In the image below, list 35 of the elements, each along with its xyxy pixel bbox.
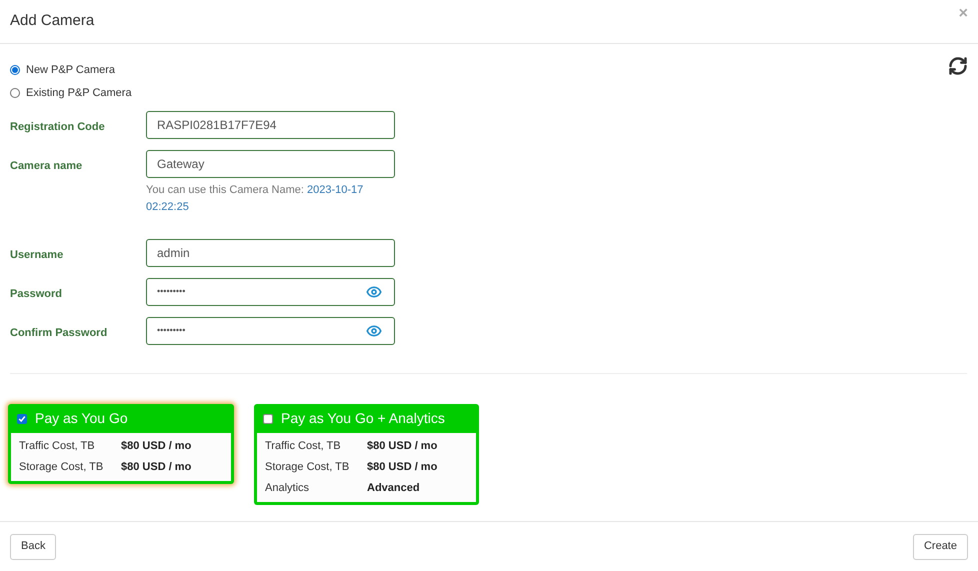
create-button[interactable]: Create xyxy=(912,534,968,560)
plan-checkbox[interactable] xyxy=(263,414,273,424)
field-label: Camera name xyxy=(10,159,84,174)
dialog-title: Add Camera xyxy=(10,11,94,32)
plan-card[interactable]: Pay as You Go + Analytics Traffic Cost, TB $80 USD / mo Storage Cost, TB $80 USD / mo Analytics Advanced xyxy=(254,404,479,505)
plan-title: Pay as You Go + Analytics xyxy=(281,409,445,428)
plan-row-label: Storage Cost, TB xyxy=(265,460,350,476)
plan-row-label: Storage Cost, TB xyxy=(19,460,104,476)
password-field[interactable]: ••••••••• xyxy=(146,278,395,306)
field-label: Registration Code xyxy=(10,120,106,135)
plan-row-value: $80 USD / mo xyxy=(121,439,192,454)
back-button[interactable]: Back xyxy=(10,534,56,560)
input-field[interactable]: admin xyxy=(146,239,395,267)
plan-row-value: $80 USD / mo xyxy=(121,460,192,476)
password-field[interactable]: ••••••••• xyxy=(146,317,395,345)
field-label: Confirm Password xyxy=(10,326,108,341)
plan-card[interactable]: Pay as You Go Traffic Cost, TB $80 USD / mo Storage Cost, TB $80 USD / mo xyxy=(8,404,234,484)
camera-type-radio[interactable]: New P&P Camera xyxy=(10,62,132,78)
refresh-icon[interactable] xyxy=(948,56,968,76)
plan-checkbox[interactable] xyxy=(17,414,27,424)
plan-row-label: Traffic Cost, TB xyxy=(19,439,96,454)
plan-row-label: Traffic Cost, TB xyxy=(265,439,342,454)
plan-row-label: Analytics xyxy=(265,481,310,496)
field-hint: You can use this Camera Name: 2023-10-17 02:22:25 xyxy=(146,183,364,215)
field-label: Username xyxy=(10,248,64,263)
plan-row-value: $80 USD / mo xyxy=(367,460,438,476)
plan-row-value: Advanced xyxy=(367,481,420,496)
show-password-icon[interactable] xyxy=(364,323,384,339)
input-field[interactable]: Gateway xyxy=(146,150,395,178)
plan-title: Pay as You Go xyxy=(35,409,128,428)
field-label: Password xyxy=(10,287,63,302)
plan-row-value: $80 USD / mo xyxy=(367,439,438,454)
input-field[interactable]: RASPI0281B17F7E94 xyxy=(146,111,395,139)
camera-type-radio[interactable]: Existing P&P Camera xyxy=(10,84,132,101)
show-password-icon[interactable] xyxy=(364,284,384,300)
